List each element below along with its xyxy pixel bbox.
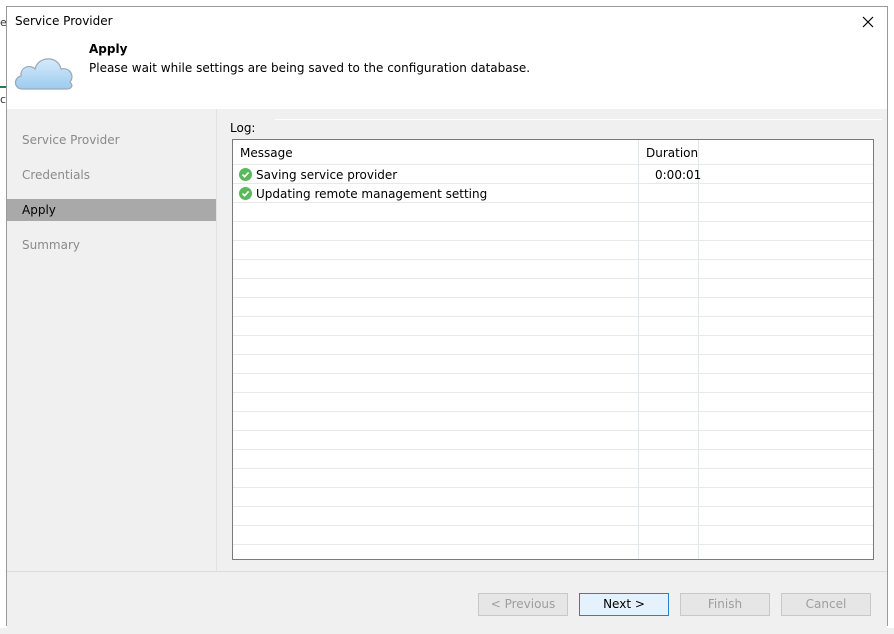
finish-button[interactable]: Finish — [680, 593, 770, 616]
step-description: Please wait while settings are being sav… — [89, 61, 531, 75]
success-icon — [239, 168, 252, 181]
window-title: Service Provider — [15, 14, 113, 28]
row-separator — [233, 278, 873, 279]
service-provider-dialog: Service Provider Apply Please wait while… — [6, 6, 888, 628]
wizard-footer: < Previous Next > Finish Cancel — [7, 571, 887, 628]
cloud-icon — [14, 58, 73, 90]
cancel-button[interactable]: Cancel — [781, 593, 871, 616]
divider — [275, 119, 882, 120]
row-separator — [233, 468, 873, 469]
row-separator — [233, 221, 873, 222]
sidebar-item-service-provider[interactable]: Service Provider — [7, 129, 216, 151]
close-icon — [862, 16, 874, 28]
log-message: Updating remote management setting — [256, 187, 488, 201]
row-separator — [233, 373, 873, 374]
row-separator — [233, 202, 873, 203]
row-separator — [233, 487, 873, 488]
row-separator — [233, 335, 873, 336]
sidebar-item-apply[interactable]: Apply — [7, 199, 216, 221]
row-separator — [233, 240, 873, 241]
previous-button[interactable]: < Previous — [478, 593, 568, 616]
row-separator — [233, 316, 873, 317]
row-separator — [233, 259, 873, 260]
row-separator — [233, 354, 873, 355]
wizard-steps-sidebar: Service Provider Credentials Apply Summa… — [7, 109, 217, 571]
row-separator — [233, 183, 873, 184]
log-label: Log: — [230, 121, 256, 135]
log-duration: 0:00:01 — [655, 168, 702, 182]
step-title: Apply — [89, 42, 128, 56]
row-separator — [233, 392, 873, 393]
close-button[interactable] — [857, 11, 879, 33]
column-header-message[interactable]: Message — [240, 146, 293, 160]
success-icon — [239, 187, 252, 200]
wizard-body: Service Provider Credentials Apply Summa… — [7, 109, 887, 571]
row-separator — [233, 430, 873, 431]
log-message: Saving service provider — [256, 168, 398, 182]
row-separator — [233, 411, 873, 412]
title-bar: Service Provider — [7, 7, 887, 37]
row-separator — [233, 297, 873, 298]
background-window-edge — [0, 628, 894, 634]
row-separator — [233, 506, 873, 507]
row-separator — [233, 164, 873, 165]
wizard-header: Apply Please wait while settings are bei… — [7, 37, 887, 109]
column-header-duration[interactable]: Duration — [646, 146, 698, 160]
row-separator — [233, 449, 873, 450]
row-separator — [233, 525, 873, 526]
next-button[interactable]: Next > — [579, 593, 669, 616]
sidebar-item-summary[interactable]: Summary — [7, 234, 216, 256]
log-grid[interactable]: Message Duration Saving service provider… — [232, 139, 874, 560]
row-separator — [233, 544, 873, 545]
sidebar-item-credentials[interactable]: Credentials — [7, 164, 216, 186]
